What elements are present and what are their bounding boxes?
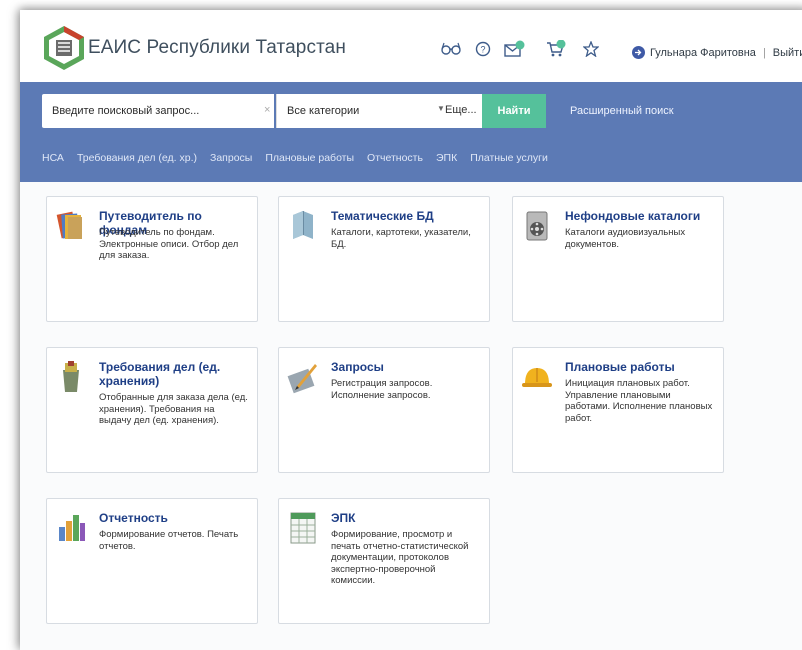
card-description: Регистрация запросов. Исполнение запросо…	[331, 378, 433, 401]
card-title: Плановые работы	[565, 360, 675, 374]
book-icon	[293, 211, 313, 239]
nav-item-epk[interactable]: ЭПК	[436, 152, 457, 164]
app-window: ЕАИС Республики Татарстан ? Гульнара Фар…	[20, 10, 802, 650]
category-select[interactable]: Все категории ▼ Еще...	[276, 94, 482, 128]
search-band: × Все категории ▼ Еще... Найти Расширенн…	[20, 82, 802, 182]
folders-icon	[56, 211, 82, 239]
card-epk[interactable]: ЭПК Формирование, просмотр и печать отче…	[278, 498, 490, 624]
hard-hat-icon	[522, 368, 552, 387]
card-description: Формирование отчетов. Печать отчетов.	[99, 529, 239, 552]
card-description: Отобранные для заказа дела (ед. хранения…	[99, 392, 248, 426]
card-title: Требования дел (ед. хранения)	[99, 360, 221, 388]
nav-item-requirements[interactable]: Требования дел (ед. хр.)	[77, 152, 197, 164]
film-reel-icon	[526, 211, 548, 241]
nav-item-planned-works[interactable]: Плановые работы	[265, 152, 354, 164]
card-title: Запросы	[331, 360, 384, 374]
card-description: Путеводитель по фондам. Электронные опис…	[99, 227, 239, 261]
star-icon[interactable]	[580, 38, 602, 60]
card-fund-guide[interactable]: Путеводитель по фондам Путеводитель по ф…	[46, 196, 258, 322]
nav-item-nsa[interactable]: НСА	[42, 152, 64, 164]
nav-item-reports[interactable]: Отчетность	[367, 152, 423, 164]
card-title: Отчетность	[99, 511, 168, 525]
card-reports[interactable]: Отчетность Формирование отчетов. Печать …	[46, 498, 258, 624]
clear-search-icon[interactable]: ×	[264, 104, 270, 116]
search-input[interactable]	[42, 94, 274, 128]
logo-icon	[44, 26, 84, 70]
more-categories-label: Еще...	[445, 104, 477, 116]
user-avatar-icon[interactable]	[632, 46, 645, 59]
chevron-down-icon: ▼	[437, 104, 445, 113]
card-description: Каталоги аудиовизуальных документов.	[565, 227, 686, 250]
card-requirements[interactable]: Требования дел (ед. хранения) Отобранные…	[46, 347, 258, 473]
card-title: Тематические БД	[331, 209, 434, 223]
card-description: Инициация плановых работ. Управление пла…	[565, 378, 713, 424]
logout-link[interactable]: Выйти	[773, 47, 802, 59]
app-title: ЕАИС Республики Татарстан	[88, 37, 346, 58]
cart-icon[interactable]	[546, 38, 568, 60]
card-title: ЭПК	[331, 511, 356, 525]
find-button[interactable]: Найти	[482, 94, 546, 128]
glasses-icon[interactable]	[440, 38, 462, 60]
nav-item-requests[interactable]: Запросы	[210, 152, 252, 164]
pencil-paper-icon	[287, 364, 317, 394]
svg-text:?: ?	[480, 45, 485, 55]
category-select-value: Все категории	[287, 105, 360, 117]
trash-basket-icon	[63, 361, 79, 392]
card-non-fund-catalogs[interactable]: Нефондовые каталоги Каталоги аудиовизуал…	[512, 196, 724, 322]
nav-item-paid-services[interactable]: Платные услуги	[470, 152, 548, 164]
spreadsheet-icon	[290, 512, 316, 544]
header-separator: |	[762, 46, 766, 59]
user-name-link[interactable]: Гульнара Фаритовна	[650, 47, 756, 59]
card-planned-works[interactable]: Плановые работы Инициация плановых работ…	[512, 347, 724, 473]
header: ЕАИС Республики Татарстан ? Гульнара Фар…	[20, 10, 802, 82]
card-thematic-db[interactable]: Тематические БД Каталоги, картотеки, ука…	[278, 196, 490, 322]
user-menu: Гульнара Фаритовна | Выйти	[632, 46, 802, 59]
card-description: Каталоги, картотеки, указатели, БД.	[331, 227, 471, 250]
advanced-search-link[interactable]: Расширенный поиск	[570, 105, 674, 117]
main-nav: НСА Требования дел (ед. хр.) Запросы Пла…	[42, 152, 561, 164]
card-requests[interactable]: Запросы Регистрация запросов. Исполнение…	[278, 347, 490, 473]
help-icon[interactable]: ?	[472, 38, 494, 60]
mail-icon[interactable]	[504, 38, 526, 60]
card-title: Нефондовые каталоги	[565, 209, 701, 223]
card-description: Формирование, просмотр и печать отчетно-…	[331, 529, 469, 586]
bar-chart-icon	[59, 515, 85, 541]
